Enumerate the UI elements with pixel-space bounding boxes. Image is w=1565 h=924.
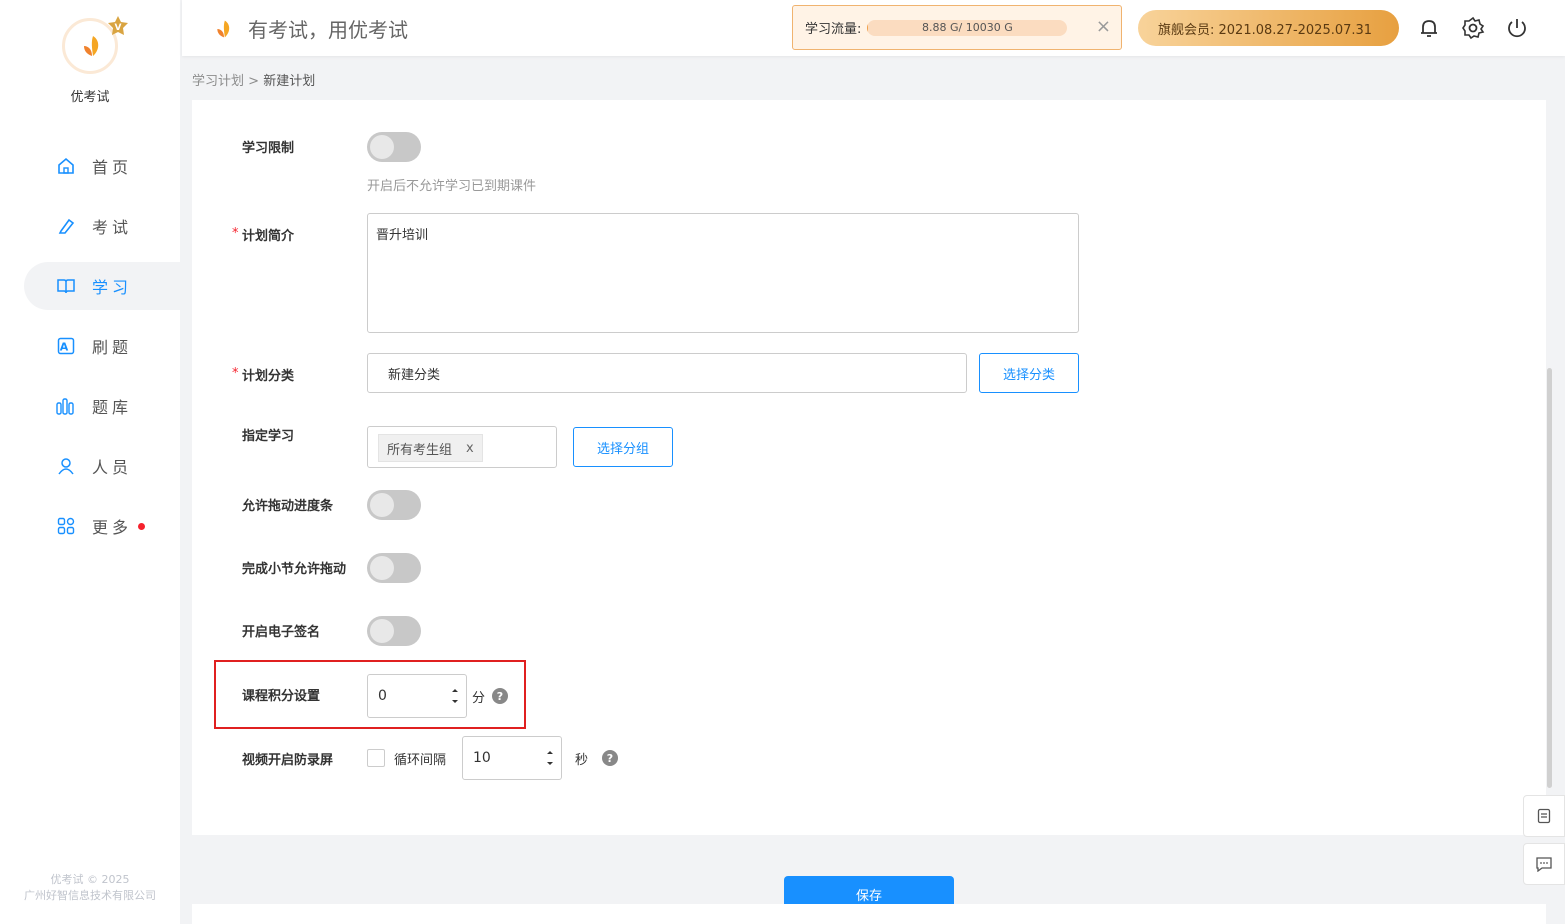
sidebar-footer: 优考试 © 2025 广州好智信息技术有限公司 (0, 872, 180, 904)
anti-record-label: 视频开启防录屏 (242, 753, 334, 768)
notification-dot (138, 522, 146, 530)
sidebar-item-exam[interactable]: 考试 (24, 202, 180, 250)
app-name: 优考试 (70, 90, 110, 105)
sidebar-item-study[interactable]: 学习 (24, 262, 180, 310)
chat-button[interactable] (1523, 843, 1565, 885)
copyright-text: 优考试 © 2025 (50, 873, 130, 886)
leaf-logo-icon (84, 36, 99, 56)
required-mark: * (232, 226, 239, 241)
power-icon[interactable] (1505, 16, 1529, 40)
book-icon (56, 276, 76, 296)
user-icon (56, 456, 76, 476)
breadcrumb-current: 新建计划 (263, 74, 316, 89)
e-sign-label: 开启电子签名 (242, 625, 321, 640)
allow-drag-toggle[interactable] (367, 490, 421, 520)
interval-number-input[interactable]: 10 (462, 736, 562, 780)
allow-drag-label: 允许拖动进度条 (242, 499, 334, 514)
bottom-bar (192, 904, 1546, 924)
practice-icon: A (56, 336, 76, 356)
section-drag-toggle[interactable] (367, 553, 421, 583)
anti-record-checkbox[interactable] (367, 749, 385, 767)
breadcrumb-separator: > (248, 74, 260, 89)
sidebar-item-home[interactable]: 首页 (24, 142, 180, 190)
traffic-usage-banner: 学习流量: 8.88 G/ 10030 G × (792, 5, 1122, 50)
vip-membership-badge[interactable]: 旗舰会员: 2021.08.27-2025.07.31 (1138, 10, 1399, 46)
company-name: 广州好智信息技术有限公司 (24, 889, 156, 902)
chat-icon (1536, 857, 1552, 872)
question-bank-icon (56, 396, 76, 416)
tag-close-icon[interactable]: x (466, 441, 474, 456)
assign-group-input[interactable]: 所有考生组 x (367, 426, 557, 468)
more-apps-icon (56, 516, 76, 536)
close-icon[interactable]: × (1096, 16, 1111, 37)
sidebar: V 优考试 首页 考试 学习 A 刷题 题库 人员 更多 优考试 © 2025 … (0, 0, 180, 924)
vip-badge-icon: V (108, 16, 128, 35)
bell-icon[interactable] (1417, 16, 1441, 40)
sidebar-item-practice[interactable]: A 刷题 (24, 322, 180, 370)
traffic-progress-bar: 8.88 G/ 10030 G (867, 19, 1068, 36)
section-drag-label: 完成小节允许拖动 (242, 562, 347, 577)
intro-label: 计划简介 (242, 229, 295, 244)
group-tag-label: 所有考生组 (387, 442, 453, 458)
loop-interval-label: 循环间隔 (394, 753, 447, 768)
traffic-label: 学习流量: (805, 22, 862, 37)
assign-label: 指定学习 (242, 429, 295, 444)
sidebar-nav: 首页 考试 学习 A 刷题 题库 人员 更多 (24, 142, 180, 562)
scrollbar[interactable] (1547, 368, 1552, 788)
e-sign-toggle[interactable] (367, 616, 421, 646)
breadcrumb-parent-link[interactable]: 学习计划 (192, 74, 244, 89)
sidebar-item-users[interactable]: 人员 (24, 442, 180, 490)
svg-text:V: V (115, 23, 122, 33)
category-input[interactable]: 新建分类 (367, 353, 967, 393)
help-icon[interactable]: ? (602, 750, 618, 766)
study-limit-label: 学习限制 (242, 141, 295, 156)
intro-textarea[interactable]: 晋升培训 (367, 213, 1079, 333)
sidebar-item-label: 人员 (92, 458, 133, 477)
leaf-logo-icon (217, 20, 230, 37)
select-group-button[interactable]: 选择分组 (573, 427, 673, 467)
study-limit-hint: 开启后不允许学习已到期课件 (367, 179, 537, 194)
header-slogan: 有考试，用优考试 (214, 14, 408, 43)
select-category-button[interactable]: 选择分类 (979, 353, 1079, 393)
sidebar-item-label: 考试 (92, 218, 133, 237)
save-button[interactable]: 保存 (784, 876, 954, 906)
slogan-text: 有考试，用优考试 (248, 18, 408, 42)
gear-icon[interactable] (1461, 16, 1485, 40)
document-icon (1537, 808, 1551, 824)
sidebar-item-label: 学习 (92, 278, 133, 297)
study-limit-toggle[interactable] (367, 132, 421, 162)
interval-unit: 秒 (575, 753, 589, 768)
app-logo[interactable]: V (62, 16, 128, 74)
group-tag: 所有考生组 x (378, 434, 483, 462)
sidebar-item-label: 首页 (92, 158, 133, 177)
sidebar-item-label: 刷题 (92, 338, 133, 357)
traffic-value: 8.88 G/ 10030 G (922, 21, 1013, 34)
category-label: 计划分类 (242, 369, 295, 384)
sidebar-item-question-bank[interactable]: 题库 (24, 382, 180, 430)
sidebar-item-label: 更多 (92, 518, 133, 537)
stepper-arrows-icon[interactable] (545, 747, 555, 769)
home-icon (56, 156, 76, 176)
required-mark: * (232, 366, 239, 381)
vip-text: 旗舰会员: 2021.08.27-2025.07.31 (1158, 22, 1373, 38)
breadcrumb: 学习计划 > 新建计划 (192, 70, 315, 89)
sidebar-item-label: 题库 (92, 398, 133, 417)
sidebar-item-more[interactable]: 更多 (24, 502, 180, 550)
exam-icon (56, 216, 76, 236)
svg-text:A: A (60, 341, 73, 354)
top-header: 有考试，用优考试 学习流量: 8.88 G/ 10030 G × 旗舰会员: 2… (182, 0, 1565, 56)
highlight-box (214, 660, 526, 729)
feedback-button[interactable] (1523, 795, 1565, 837)
interval-value: 10 (473, 750, 491, 766)
